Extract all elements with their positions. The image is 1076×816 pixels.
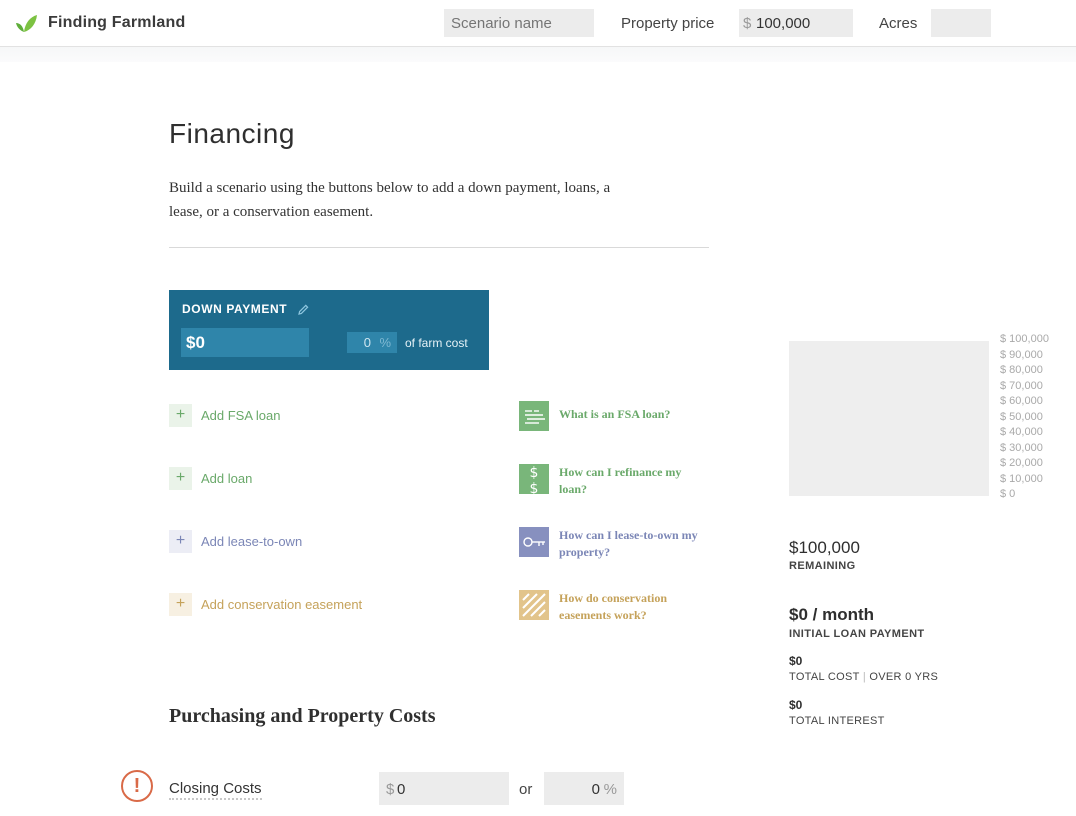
dollar-icon: $ $ xyxy=(519,464,549,494)
financing-chart-area xyxy=(789,341,989,496)
remaining-label: REMAINING xyxy=(789,560,856,572)
currency-symbol: $ xyxy=(386,781,395,798)
percent-symbol: % xyxy=(603,781,617,798)
stripes-icon xyxy=(519,590,549,620)
of-farm-cost-label: of farm cost xyxy=(405,336,468,350)
intro-text: Build a scenario using the buttons below… xyxy=(169,180,611,220)
axis-tick-label: $ 50,000 xyxy=(1000,411,1043,423)
axis-tick-label: $ 60,000 xyxy=(1000,395,1043,407)
axis-tick-label: $ 10,000 xyxy=(1000,473,1043,485)
total-interest-value: $0 xyxy=(789,698,803,712)
currency-symbol: $ xyxy=(743,15,752,32)
scenario-name-input[interactable] xyxy=(444,9,594,37)
axis-tick-label: $ 30,000 xyxy=(1000,442,1043,454)
total-cost-label: TOTAL COST xyxy=(789,671,860,683)
help-link-text: What is an FSA loan? xyxy=(559,407,671,421)
acres-input[interactable] xyxy=(931,9,991,37)
svg-text:$: $ xyxy=(530,465,539,481)
plus-icon: + xyxy=(169,593,192,616)
property-price-label: Property price xyxy=(621,15,715,32)
or-label: or xyxy=(519,781,533,798)
closing-costs-label[interactable]: Closing Costs xyxy=(169,780,262,800)
closing-costs-amount-value: 0 xyxy=(397,781,406,798)
remaining-value: $100,000 xyxy=(789,538,860,557)
down-payment-amount-input[interactable]: $0 xyxy=(181,328,309,357)
add-loan-label: Add loan xyxy=(201,471,253,486)
help-link-text: How can I lease-to-own my property? xyxy=(559,528,698,559)
down-payment-title: DOWN PAYMENT xyxy=(182,302,288,316)
divider xyxy=(169,247,709,248)
axis-tick-label: $ 40,000 xyxy=(1000,426,1043,438)
separator: | xyxy=(862,671,866,683)
monthly-payment-label: INITIAL LOAN PAYMENT xyxy=(789,628,925,640)
total-cost-line: TOTAL COST | OVER 0 YRS xyxy=(789,671,938,683)
help-link-text: How do conservation easements work? xyxy=(559,591,667,622)
total-cost-value: $0 xyxy=(789,654,803,668)
down-payment-percent-value: 0 xyxy=(363,335,371,350)
percent-symbol: % xyxy=(379,335,391,350)
add-lease-to-own-label: Add lease-to-own xyxy=(201,534,303,549)
exclamation-icon[interactable]: ! xyxy=(121,770,153,802)
axis-tick-label: $ 70,000 xyxy=(1000,380,1043,392)
plus-icon: + xyxy=(169,404,192,427)
pencil-icon[interactable] xyxy=(298,304,309,315)
page-title: Financing xyxy=(169,118,295,149)
add-fsa-loan-label: Add FSA loan xyxy=(201,408,281,423)
axis-tick-label: $ 80,000 xyxy=(1000,364,1043,376)
property-price-value: 100,000 xyxy=(756,15,811,32)
leaf-logo-icon xyxy=(16,15,37,32)
header-shadow xyxy=(0,47,1076,62)
axis-tick-label: $ 20,000 xyxy=(1000,457,1043,469)
acres-label: Acres xyxy=(879,15,918,32)
closing-costs-percent-input[interactable]: 0 % xyxy=(544,772,624,805)
monthly-payment-value: $0 / month xyxy=(789,605,875,624)
key-icon xyxy=(519,527,549,557)
section-title: Purchasing and Property Costs xyxy=(169,705,436,727)
total-interest-label: TOTAL INTEREST xyxy=(789,715,885,727)
axis-tick-label: $ 90,000 xyxy=(1000,349,1043,361)
closing-costs-percent-value: 0 xyxy=(591,781,600,798)
brand-name[interactable]: Finding Farmland xyxy=(48,14,185,32)
top-bar: Finding Farmland Property price $ 100,00… xyxy=(0,0,1076,47)
closing-costs-amount-input[interactable]: $ 0 xyxy=(379,772,509,805)
plus-icon: + xyxy=(169,467,192,490)
flag-icon xyxy=(519,401,549,431)
add-conservation-easement-label: Add conservation easement xyxy=(201,597,363,612)
svg-text:$: $ xyxy=(530,481,539,494)
axis-tick-label: $ 100,000 xyxy=(1000,333,1049,345)
property-price-input[interactable]: $ 100,000 xyxy=(739,9,853,37)
down-payment-card: DOWN PAYMENT $0 0 % of farm cost xyxy=(169,290,489,370)
down-payment-percent-input[interactable]: 0 % xyxy=(347,332,397,353)
total-cost-term: OVER 0 YRS xyxy=(869,671,939,683)
axis-tick-label: $ 0 xyxy=(1000,488,1016,500)
plus-icon: + xyxy=(169,530,192,553)
help-link-text: How can I refinance my loan? xyxy=(559,465,682,496)
